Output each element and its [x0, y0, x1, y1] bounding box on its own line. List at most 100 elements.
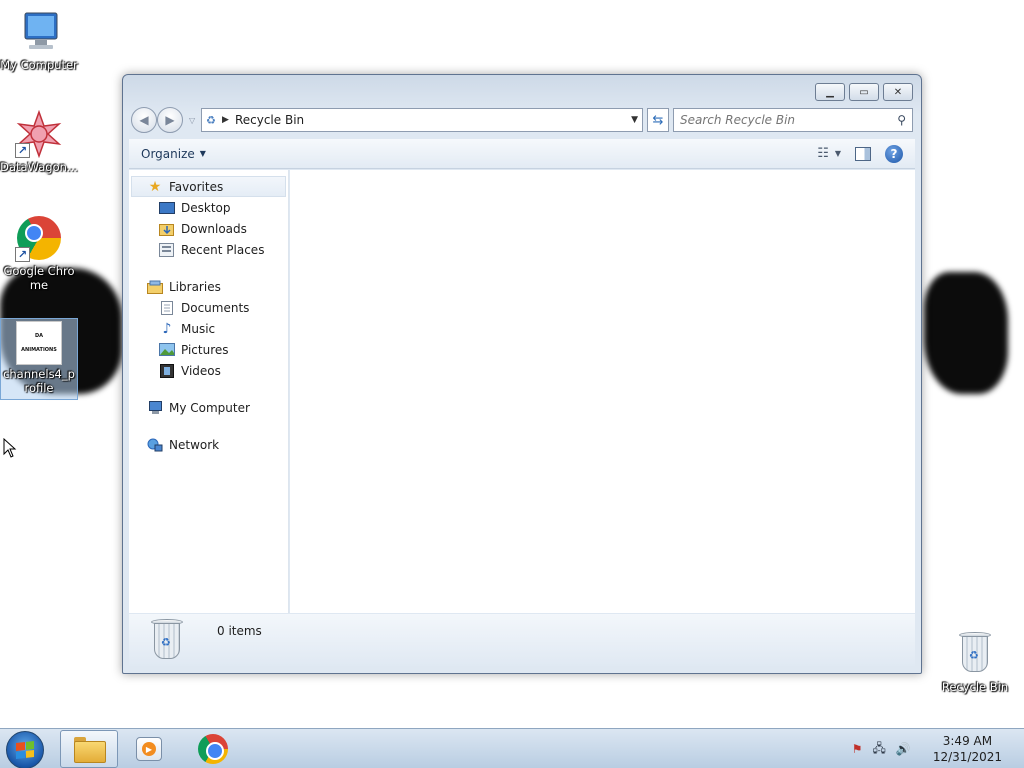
breadcrumb-recycle-bin[interactable]: Recycle Bin	[235, 113, 625, 127]
favorites-group: ★ Favorites Desktop Downloads Recent Pla…	[129, 176, 288, 260]
nav-label: My Computer	[169, 400, 250, 415]
taskbar-media-player-button[interactable]: ▶	[120, 730, 178, 768]
item-count: 0 items	[217, 624, 262, 638]
refresh-button[interactable]: ⇆	[647, 108, 669, 132]
minimize-button[interactable]: ▁	[815, 83, 845, 101]
organize-menu-button[interactable]: Organize ▼	[141, 147, 206, 161]
taskbar-explorer-button[interactable]	[60, 730, 118, 768]
preview-pane-button[interactable]	[855, 146, 871, 161]
nav-music[interactable]: ♪ Music	[129, 318, 288, 339]
search-icon[interactable]: ⚲	[897, 113, 906, 127]
libraries-group: Libraries Documents ♪ Music Pictures Vid…	[129, 276, 288, 381]
system-tray: ⚑ 🖧 🔊 3:49 AM 12/31/2021	[852, 729, 1024, 768]
refresh-icon: ⇆	[652, 112, 664, 128]
desktop-icon-label: Recycle Bin	[941, 680, 1009, 694]
network-globe-icon	[147, 438, 163, 452]
clock-time: 3:49 AM	[942, 734, 993, 748]
nav-documents[interactable]: Documents	[129, 297, 288, 318]
recycle-bin-icon: ♻	[151, 619, 183, 661]
computer-icon	[15, 8, 63, 56]
clock-date: 12/31/2021	[932, 750, 1002, 764]
window-caption-buttons: ▁ ▭ ✕	[815, 83, 913, 101]
address-bar[interactable]: ♻ ▶ Recycle Bin ▼	[201, 108, 643, 132]
network-status-icon[interactable]: 🖧	[872, 739, 885, 760]
desktop-icon-label: Google Chrome	[3, 264, 75, 292]
desktop-icon-my-computer[interactable]: My Computer	[0, 8, 78, 72]
chrome-icon: ↗	[15, 214, 63, 262]
action-center-flag-icon[interactable]: ⚑	[852, 742, 863, 756]
desktop-icon-channels4-profile[interactable]: DA ANIMATIONS channels4_profile	[0, 318, 78, 400]
help-button[interactable]: ?	[885, 144, 903, 163]
mouse-cursor-icon	[3, 438, 17, 458]
desktop-icon-recycle-bin[interactable]: ♻ Recycle Bin	[936, 630, 1014, 694]
star-icon: ★	[148, 178, 162, 195]
maximize-button[interactable]: ▭	[849, 83, 879, 101]
music-note-icon: ♪	[162, 320, 172, 337]
nav-label: Network	[169, 437, 220, 452]
windows-logo-icon	[16, 741, 34, 759]
downloads-folder-icon	[159, 222, 175, 236]
organize-label: Organize	[141, 146, 195, 161]
back-button[interactable]: ◀	[131, 107, 157, 133]
nav-pictures[interactable]: Pictures	[129, 339, 288, 360]
details-pane: ♻ 0 items	[129, 614, 915, 666]
command-bar: Organize ▼ ☷ ▼ ?	[129, 139, 915, 169]
explorer-window: ▁ ▭ ✕ ◀ ▶ ▽ ♻ ▶ Recycle Bin ▼ ⇆ ⚲ Organi…	[122, 74, 922, 674]
forward-button[interactable]: ▶	[157, 107, 183, 133]
computer-icon	[147, 400, 163, 415]
desktop-icon-label: DataWagon...	[0, 160, 78, 174]
nav-label: Downloads	[181, 221, 247, 236]
desktop-icon-datawagon[interactable]: ↗ DataWagon...	[0, 109, 78, 174]
nav-recent-places[interactable]: Recent Places	[129, 239, 288, 260]
nav-my-computer[interactable]: My Computer	[129, 397, 288, 418]
desktop-icon-label: channels4_profile	[3, 367, 75, 395]
film-strip-icon	[159, 363, 175, 378]
breadcrumb-chevron-icon[interactable]: ▶	[222, 115, 229, 125]
taskbar-chrome-button[interactable]	[184, 730, 242, 768]
recycle-bin-small-icon: ♻	[206, 113, 217, 127]
nav-network[interactable]: Network	[129, 434, 288, 455]
taskbar: ▶ ⚑ 🖧 🔊 3:49 AM 12/31/2021	[0, 728, 1024, 768]
file-list-area[interactable]	[290, 170, 915, 613]
volume-icon[interactable]: 🔊	[896, 742, 911, 756]
shortcut-arrow-icon: ↗	[15, 247, 30, 262]
nav-libraries[interactable]: Libraries	[129, 276, 288, 297]
change-view-button[interactable]: ☷ ▼	[817, 146, 841, 161]
chevron-down-icon[interactable]: ▼	[835, 149, 841, 158]
shortcut-arrow-icon: ↗	[15, 143, 30, 158]
address-history-dropdown[interactable]: ▼	[631, 115, 638, 125]
search-input[interactable]	[680, 113, 898, 127]
start-button[interactable]	[6, 731, 44, 768]
desktop-icon-google-chrome[interactable]: ↗ Google Chrome	[0, 214, 78, 292]
help-icon: ?	[890, 146, 898, 161]
nav-label: Videos	[181, 363, 221, 378]
recent-pages-dropdown[interactable]: ▽	[189, 116, 195, 125]
nav-desktop[interactable]: Desktop	[129, 197, 288, 218]
libraries-icon	[147, 280, 163, 294]
nav-label: Recent Places	[181, 242, 265, 257]
datawagon-icon: ↗	[15, 109, 63, 159]
folder-icon	[74, 737, 106, 763]
recent-places-icon	[159, 242, 175, 257]
nav-videos[interactable]: Videos	[129, 360, 288, 381]
chrome-icon	[198, 734, 228, 764]
nav-downloads[interactable]: Downloads	[129, 218, 288, 239]
close-button[interactable]: ✕	[883, 83, 913, 101]
chevron-down-icon: ▼	[199, 149, 206, 158]
nav-label: Desktop	[181, 200, 231, 215]
recycle-bin-icon: ♻	[951, 630, 999, 678]
image-thumbnail-text: DA ANIMATIONS	[21, 333, 57, 353]
image-file-icon: DA ANIMATIONS	[16, 321, 62, 365]
network-group: Network	[129, 434, 288, 455]
nav-label: Favorites	[169, 179, 224, 194]
clock[interactable]: 3:49 AM 12/31/2021	[933, 733, 1002, 765]
computer-group: My Computer	[129, 397, 288, 418]
desktop-icon	[159, 201, 175, 215]
back-arrow-icon: ◀	[139, 113, 149, 127]
nav-label: Pictures	[181, 342, 229, 357]
pictures-icon	[159, 343, 175, 357]
nav-favorites[interactable]: ★ Favorites	[131, 176, 286, 197]
navigation-pane: ★ Favorites Desktop Downloads Recent Pla…	[129, 170, 289, 613]
search-box[interactable]: ⚲	[673, 108, 913, 132]
nav-label: Music	[181, 321, 216, 336]
